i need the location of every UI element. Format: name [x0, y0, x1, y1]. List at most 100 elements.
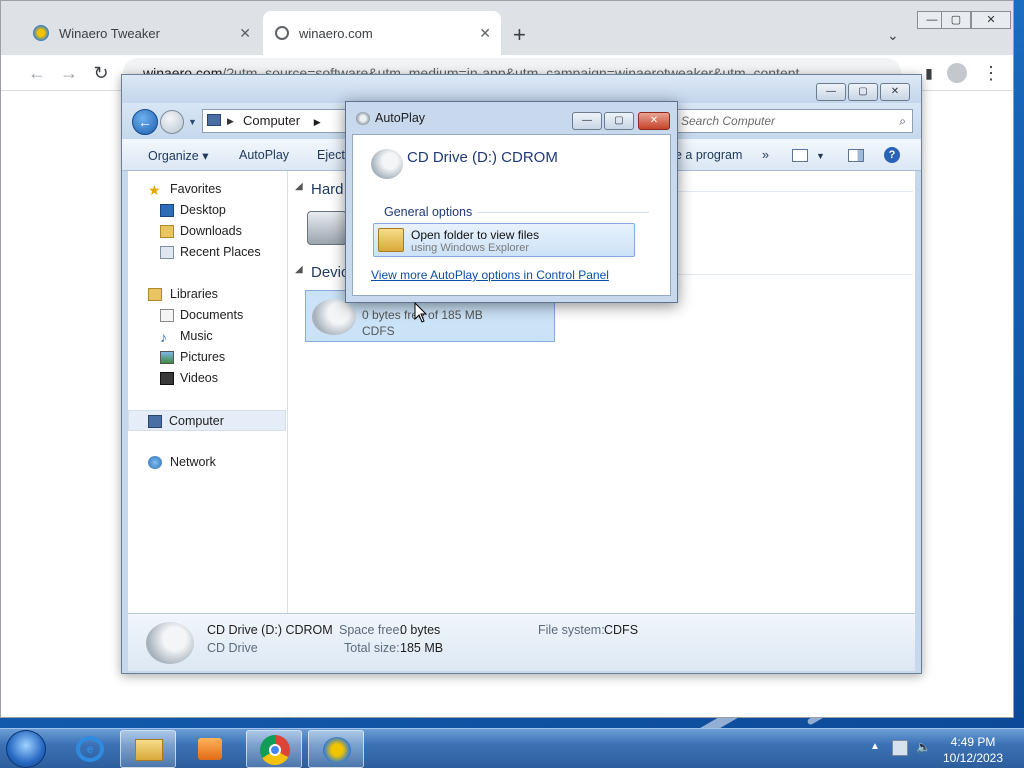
change-view-icon[interactable]	[792, 149, 808, 162]
explorer-minimize-button[interactable]: —	[816, 83, 846, 101]
tab-strip: Winaero Tweaker ✕ winaero.com ✕ + ⌄ — ▢ …	[1, 1, 1013, 55]
nav-item-videos[interactable]: Videos	[128, 368, 286, 389]
folder-icon	[378, 228, 404, 252]
nav-item-favorites[interactable]: ★ Favorites	[128, 179, 286, 200]
nav-item-documents[interactable]: Documents	[128, 305, 286, 326]
file-system-value: CDFS	[604, 623, 639, 637]
breadcrumb-computer[interactable]: Computer	[243, 113, 300, 128]
general-options-label: General options	[384, 205, 473, 219]
breadcrumb-arrow-icon[interactable]: ▶	[314, 117, 321, 127]
network-icon	[148, 456, 162, 469]
uninstall-program-button[interactable]: e a program	[675, 148, 742, 162]
star-icon: ★	[148, 182, 161, 198]
tab-label: Winaero Tweaker	[59, 25, 160, 41]
close-window-button[interactable]: ✕	[971, 11, 1011, 29]
back-button[interactable]: ←	[25, 61, 49, 85]
search-input[interactable]: Search Computer ⌕	[675, 109, 913, 133]
tab-winaero-com[interactable]: winaero.com ✕	[263, 11, 501, 55]
details-pane: CD Drive (D:) CDROM CD Drive Space free:…	[128, 613, 915, 671]
group-devices-removable[interactable]: Devic	[311, 264, 349, 281]
media-player-taskbar-icon[interactable]	[182, 730, 238, 768]
explorer-address-bar[interactable]: ▶ Computer ▶	[202, 109, 348, 133]
options-divider	[477, 212, 649, 213]
recent-pages-chevron-icon[interactable]: ▼	[188, 117, 197, 127]
collapse-arrow-icon[interactable]: ◢	[295, 181, 303, 192]
tab-search-button[interactable]: ⌄	[887, 27, 899, 44]
nav-label: Computer	[169, 414, 224, 428]
volume-muted-icon[interactable]: 🔈	[916, 740, 932, 756]
nav-item-network[interactable]: Network	[128, 452, 286, 473]
forward-button[interactable]: →	[57, 61, 81, 85]
cd-drive-icon	[371, 149, 403, 179]
taskbar: e ▲ 🔈 4:49 PM 10/12/2023	[0, 728, 1024, 768]
autoplay-close-button[interactable]: ✕	[638, 112, 670, 130]
nav-item-desktop[interactable]: Desktop	[128, 200, 286, 221]
autoplay-heading: CD Drive (D:) CDROM	[407, 149, 558, 166]
winaero-tweaker-taskbar-icon[interactable]	[308, 730, 364, 768]
more-commands-button[interactable]: »	[762, 148, 769, 162]
chrome-taskbar-icon[interactable]	[246, 730, 302, 768]
nav-label: Favorites	[170, 182, 222, 196]
pictures-icon	[160, 351, 174, 364]
nav-label: Documents	[180, 308, 244, 322]
search-placeholder: Search Computer	[681, 114, 776, 128]
explorer-taskbar-icon[interactable]	[120, 730, 176, 768]
close-tab-icon[interactable]: ✕	[479, 25, 491, 42]
tab-winaero-tweaker[interactable]: Winaero Tweaker ✕	[21, 11, 261, 55]
globe-icon	[275, 26, 289, 40]
nav-item-music[interactable]: ♪ Music	[128, 326, 286, 347]
nav-item-downloads[interactable]: Downloads	[128, 221, 286, 242]
videos-icon	[160, 372, 174, 385]
nav-item-libraries[interactable]: Libraries	[128, 284, 286, 305]
action-center-icon[interactable]	[892, 740, 908, 756]
internet-explorer-taskbar-icon[interactable]: e	[62, 730, 118, 768]
autoplay-maximize-button[interactable]: ▢	[604, 112, 634, 130]
desktop-icon	[160, 204, 174, 217]
open-folder-option[interactable]: Open folder to view files using Windows …	[373, 223, 635, 257]
open-folder-title: Open folder to view files	[411, 228, 540, 242]
explorer-close-button[interactable]: ✕	[880, 83, 910, 101]
documents-icon	[160, 309, 174, 322]
show-hidden-icons-icon[interactable]: ▲	[870, 741, 880, 752]
new-tab-button[interactable]: +	[513, 24, 526, 46]
close-tab-icon[interactable]: ✕	[239, 25, 251, 42]
cd-drive-icon	[146, 622, 194, 664]
tray-clock[interactable]: 4:49 PM 10/12/2023	[938, 734, 1008, 766]
autoplay-button[interactable]: AutoPlay	[239, 148, 289, 162]
file-system-label: File system:	[538, 623, 605, 637]
organize-button[interactable]: Organize ▾	[148, 148, 208, 163]
search-icon[interactable]: ⌕	[899, 110, 906, 132]
computer-icon	[148, 415, 162, 428]
tab-label: winaero.com	[299, 25, 373, 41]
view-options-chevron-icon[interactable]: ▼	[816, 151, 825, 161]
mouse-cursor-icon	[414, 302, 428, 323]
space-free-label: Space free:	[339, 623, 403, 637]
nav-item-pictures[interactable]: Pictures	[128, 347, 286, 368]
libraries-icon	[148, 288, 162, 301]
help-icon[interactable]: ?	[884, 147, 900, 163]
open-folder-subtitle: using Windows Explorer	[411, 242, 529, 254]
collapse-arrow-icon[interactable]: ◢	[295, 264, 303, 275]
menu-kebab-icon[interactable]: ⋮	[979, 61, 1003, 85]
maximize-button[interactable]: ▢	[941, 11, 971, 29]
total-size-label: Total size:	[344, 641, 400, 655]
nav-item-computer[interactable]: Computer	[128, 410, 286, 431]
nav-label: Music	[180, 329, 213, 343]
system-drive-icon[interactable]	[307, 211, 347, 245]
eject-button[interactable]: Eject	[317, 148, 345, 162]
more-autoplay-options-link[interactable]: View more AutoPlay options in Control Pa…	[371, 268, 609, 282]
preview-pane-icon[interactable]	[848, 149, 864, 162]
computer-icon	[207, 114, 221, 126]
group-hard-disk-drives[interactable]: Hard	[311, 181, 344, 198]
autoplay-dialog: AutoPlay — ▢ ✕ CD Drive (D:) CDROM Gener…	[345, 101, 678, 303]
explorer-maximize-button[interactable]: ▢	[848, 83, 878, 101]
nav-label: Downloads	[180, 224, 242, 238]
reload-button[interactable]: ↻	[89, 61, 113, 85]
details-type: CD Drive	[207, 641, 258, 655]
nav-item-recent-places[interactable]: Recent Places	[128, 242, 286, 263]
explorer-forward-button[interactable]	[160, 110, 184, 134]
profile-avatar-icon[interactable]	[947, 63, 967, 83]
autoplay-minimize-button[interactable]: —	[572, 112, 602, 130]
explorer-back-button[interactable]: ←	[132, 109, 158, 135]
start-button[interactable]	[6, 730, 46, 768]
